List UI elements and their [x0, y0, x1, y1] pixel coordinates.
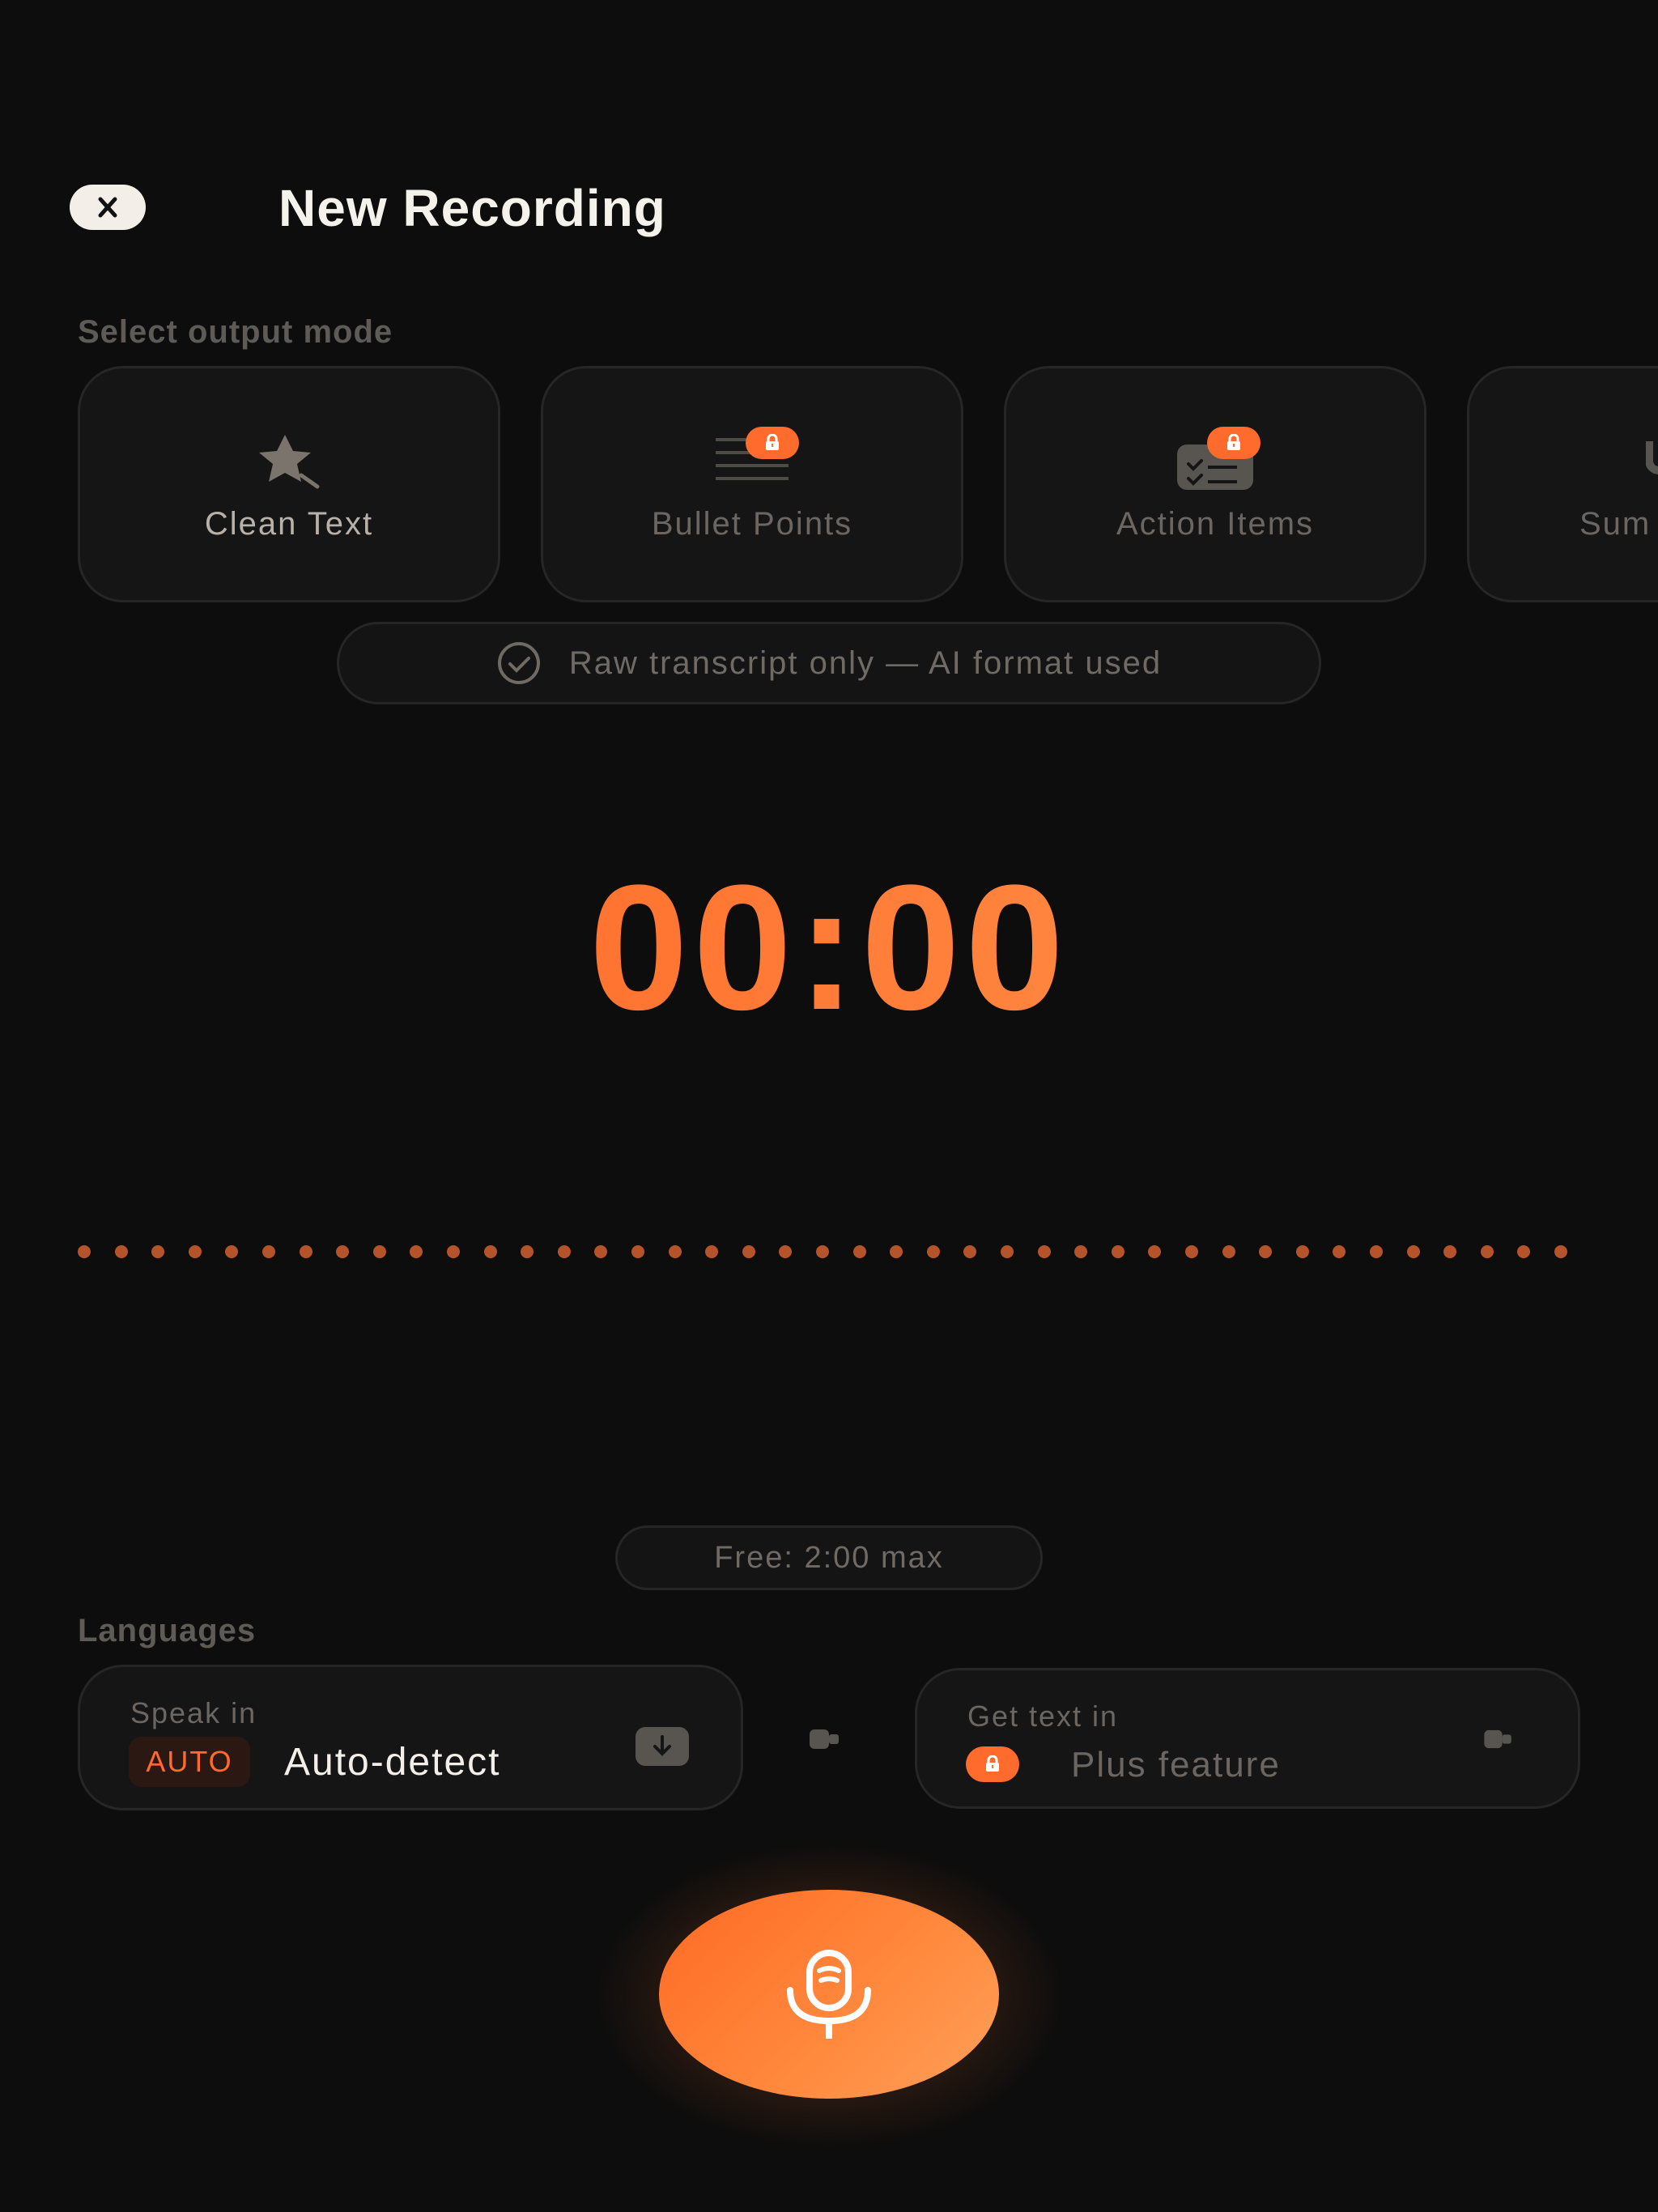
format-status-text: Raw transcript only — AI format used: [568, 644, 1163, 681]
waveform-dot: [151, 1245, 165, 1258]
output-mode-list: Clean Text Bullet Points Action Items Su…: [78, 366, 1658, 602]
waveform-dot: [1370, 1245, 1383, 1258]
waveform-dot: [1259, 1245, 1273, 1258]
waveform-dot: [1443, 1245, 1457, 1258]
lock-icon: [966, 1746, 1019, 1782]
close-button[interactable]: [70, 185, 146, 230]
waveform-dot: [963, 1245, 977, 1258]
waveform-dot: [114, 1245, 128, 1258]
chevron-icon: [1484, 1729, 1511, 1749]
waveform-dot: [594, 1245, 608, 1258]
waveform-dot: [78, 1245, 91, 1258]
waveform-dot: [779, 1245, 793, 1258]
waveform-dot: [1185, 1245, 1198, 1258]
microphone-icon: [787, 1950, 871, 2039]
waveform-dot: [521, 1245, 534, 1258]
close-icon: [98, 197, 117, 218]
waveform-dot: [188, 1245, 202, 1258]
languages-label: Languages: [78, 1613, 257, 1648]
mode-action-items[interactable]: Action Items: [1004, 366, 1426, 602]
waveform-dot: [852, 1245, 866, 1258]
waveform-dot: [705, 1245, 719, 1258]
swap-languages-icon[interactable]: [810, 1728, 840, 1750]
waveform-dot: [225, 1245, 239, 1258]
waveform-dot: [1333, 1245, 1346, 1258]
waveform-dot: [890, 1245, 903, 1258]
waveform-dot: [336, 1245, 350, 1258]
recording-timer: 00:00: [0, 842, 1658, 1053]
lock-icon: [1207, 427, 1261, 459]
waveform-dot: [1222, 1245, 1235, 1258]
lock-icon: [746, 427, 799, 459]
mode-clean-text[interactable]: Clean Text: [78, 366, 500, 602]
auto-badge: AUTO: [129, 1737, 250, 1787]
waveform-dot: [668, 1245, 682, 1258]
sparkle-star-icon: [244, 430, 334, 495]
summary-icon: [1645, 430, 1658, 495]
get-text-in-label: Get text in: [967, 1699, 1119, 1733]
waveform-dot: [1148, 1245, 1162, 1258]
waveform-dot: [1111, 1245, 1124, 1258]
waveform-dot: [1554, 1245, 1567, 1258]
waveform-dot: [1406, 1245, 1420, 1258]
waveform-dot: [1037, 1245, 1051, 1258]
waveform: [78, 1245, 1567, 1261]
get-text-in-selector[interactable]: Get text in Plus feature: [915, 1668, 1580, 1809]
waveform-dot: [410, 1245, 423, 1258]
waveform-dot: [557, 1245, 571, 1258]
recording-screen: New Recording Select output mode Clean T…: [0, 0, 1658, 2212]
mode-label: Bullet Points: [651, 506, 853, 542]
waveform-dot: [1295, 1245, 1309, 1258]
speak-in-value: Auto-detect: [284, 1741, 501, 1784]
waveform-dot: [483, 1245, 497, 1258]
waveform-dot: [1480, 1245, 1494, 1258]
waveform-dot: [262, 1245, 275, 1258]
format-status-pill: Raw transcript only — AI format used: [337, 622, 1321, 704]
waveform-dot: [1001, 1245, 1014, 1258]
free-limit-pill: Free: 2:00 max: [615, 1525, 1043, 1590]
speak-in-selector[interactable]: Speak in AUTO Auto-detect: [78, 1665, 743, 1810]
waveform-dot: [372, 1245, 386, 1258]
mode-summary[interactable]: Sum: [1467, 366, 1658, 602]
mode-label: Action Items: [1116, 506, 1315, 542]
waveform-dot: [816, 1245, 829, 1258]
check-circle-icon: [497, 642, 540, 684]
waveform-dot: [1074, 1245, 1088, 1258]
record-button[interactable]: [659, 1890, 999, 2099]
speak-in-label: Speak in: [130, 1696, 257, 1729]
download-icon[interactable]: [636, 1727, 689, 1766]
waveform-dot: [299, 1245, 312, 1258]
waveform-dot: [742, 1245, 755, 1258]
waveform-dot: [1517, 1245, 1531, 1258]
waveform-dot: [631, 1245, 644, 1258]
mode-label: Sum: [1579, 506, 1652, 542]
waveform-dot: [447, 1245, 460, 1258]
waveform-dot: [926, 1245, 940, 1258]
mode-label: Clean Text: [204, 506, 374, 542]
get-text-in-value: Plus feature: [1071, 1745, 1281, 1784]
output-mode-label: Select output mode: [78, 314, 393, 350]
page-title: New Recording: [278, 179, 666, 237]
mode-bullet-points[interactable]: Bullet Points: [541, 366, 963, 602]
